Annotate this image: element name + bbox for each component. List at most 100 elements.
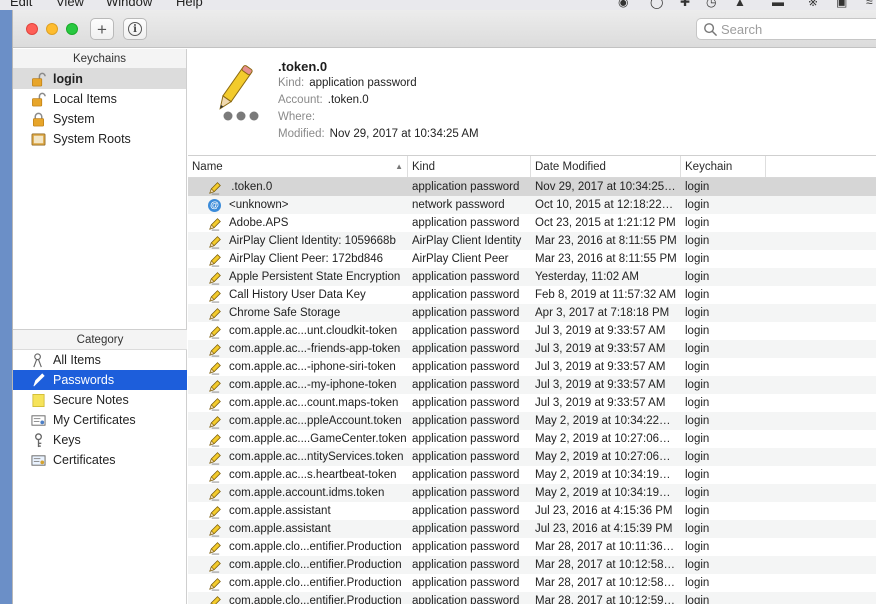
sidebar-item-login[interactable]: login xyxy=(13,69,186,89)
cell-date-modified: Mar 28, 2017 at 10:12:58… xyxy=(535,559,676,571)
table-row[interactable]: com.apple.account.idms.token application … xyxy=(188,484,876,502)
menu-view[interactable]: View xyxy=(56,0,84,9)
table-row[interactable]: Chrome Safe Storage application password A… xyxy=(188,304,876,322)
add-item-button[interactable]: + xyxy=(90,18,114,40)
column-header-keychain[interactable]: Keychain xyxy=(681,156,766,177)
close-button[interactable] xyxy=(26,23,38,35)
application-password-icon xyxy=(207,558,222,573)
table-row[interactable]: .token.0 application password Nov 29, 2017… xyxy=(188,178,876,196)
cell-date-modified: Mar 28, 2017 at 10:12:59… xyxy=(535,595,676,604)
sidebar-item-system-roots[interactable]: System Roots xyxy=(13,129,186,149)
cell-name: Adobe.APS xyxy=(188,214,408,232)
search-field[interactable]: Search xyxy=(696,18,876,40)
application-password-icon xyxy=(207,288,222,303)
table-row[interactable]: com.apple.ac...ntityServices.token applic… xyxy=(188,448,876,466)
cell-kind: application password xyxy=(412,361,520,373)
table-row[interactable]: AirPlay Client Peer: 172bd846 AirPlay Cli… xyxy=(188,250,876,268)
cell-kind: application password xyxy=(412,559,520,571)
cell-keychain: login xyxy=(685,451,710,463)
time-machine-icon[interactable]: ◷ xyxy=(706,0,716,9)
category-header: Category xyxy=(13,330,187,350)
cell-keychain: login xyxy=(685,415,710,427)
cell-date-modified: Mar 23, 2016 at 8:11:55 PM xyxy=(535,235,677,247)
cell-kind: application password xyxy=(412,541,520,553)
table-row[interactable]: com.apple.ac...-iphone-siri-token applica… xyxy=(188,358,876,376)
cell-keychain: login xyxy=(685,433,710,445)
menu-help[interactable]: Help xyxy=(176,0,203,9)
table-row[interactable]: com.apple.ac....GameCenter.token applicat… xyxy=(188,430,876,448)
category-section: Category All Items Passwords Secure Note… xyxy=(13,329,187,470)
status-icon[interactable]: ✚ xyxy=(680,0,690,9)
cell-name: com.apple.ac....GameCenter.token xyxy=(188,430,408,448)
airplay-icon[interactable]: ▲ xyxy=(734,0,746,9)
info-button[interactable]: i xyxy=(123,18,147,40)
cell-date-modified: Mar 28, 2017 at 10:12:58… xyxy=(535,577,676,589)
table-row[interactable]: Adobe.APS application password Oct 23, 201… xyxy=(188,214,876,232)
sidebar-item-system[interactable]: System xyxy=(13,109,186,129)
status-icon[interactable]: ◯ xyxy=(650,0,663,9)
table-row[interactable]: com.apple.clo...entifier.Production appli… xyxy=(188,574,876,592)
sidebar-item-local-items[interactable]: Local Items xyxy=(13,89,186,109)
sidebar-item-certificates[interactable]: Certificates xyxy=(13,450,187,470)
table-row[interactable]: com.apple.ac...unt.cloudkit-token applica… xyxy=(188,322,876,340)
column-header-kind[interactable]: Kind xyxy=(408,156,531,177)
cell-keychain: login xyxy=(685,577,710,589)
cell-date-modified: May 2, 2019 at 10:34:22… xyxy=(535,415,671,427)
table-row[interactable]: com.apple.assistant application password J… xyxy=(188,502,876,520)
table-row[interactable]: com.apple.ac...ppleAccount.token applicat… xyxy=(188,412,876,430)
bluetooth-icon[interactable]: ※ xyxy=(808,0,818,9)
all-items-icon xyxy=(30,352,46,368)
table-row[interactable]: com.apple.ac...s.heartbeat-token applicat… xyxy=(188,466,876,484)
sidebar-item-all-items[interactable]: All Items xyxy=(13,350,187,370)
table-row[interactable]: @ <unknown> network password Oct 10, 2015 a… xyxy=(188,196,876,214)
minimize-button[interactable] xyxy=(46,23,58,35)
sidebar-item-label: Passwords xyxy=(53,373,115,387)
cell-kind: application password xyxy=(412,343,520,355)
cell-keychain: login xyxy=(685,379,710,391)
application-password-icon xyxy=(207,576,222,591)
zoom-button[interactable] xyxy=(66,23,78,35)
column-header-date-modified[interactable]: Date Modified xyxy=(531,156,681,177)
table-row[interactable]: com.apple.ac...-friends-app-token applica… xyxy=(188,340,876,358)
toolbar: + i Search xyxy=(13,10,876,48)
application-password-icon xyxy=(207,450,222,465)
sidebar-item-passwords[interactable]: Passwords xyxy=(13,370,187,390)
cell-name: com.apple.assistant xyxy=(188,520,408,538)
menu-window[interactable]: Window xyxy=(106,0,152,9)
table-row[interactable]: com.apple.clo...entifier.Production appli… xyxy=(188,538,876,556)
battery-icon[interactable]: ▣ xyxy=(836,0,847,9)
cell-name: com.apple.ac...unt.cloudkit-token xyxy=(188,322,408,340)
table-row[interactable]: com.apple.ac...-my-iphone-token applicati… xyxy=(188,376,876,394)
table-row[interactable]: com.apple.ac...count.maps-token applicati… xyxy=(188,394,876,412)
keychain-access-window: + i Search Keychains login Local Items S… xyxy=(12,10,876,604)
application-password-icon xyxy=(207,180,222,195)
wifi-icon[interactable]: ≈ xyxy=(866,0,873,9)
cell-name: AirPlay Client Identity: 1059668b xyxy=(188,232,408,250)
table-row[interactable]: com.apple.clo...entifier.Production appli… xyxy=(188,556,876,574)
sidebar-item-keys[interactable]: Keys xyxy=(13,430,187,450)
plus-icon: + xyxy=(97,19,107,39)
table-row[interactable]: com.apple.clo...entifier.Production appli… xyxy=(188,592,876,604)
cell-kind: application password xyxy=(412,307,520,319)
cell-name: com.apple.clo...entifier.Production xyxy=(188,538,408,556)
status-icon[interactable]: ▬ xyxy=(772,0,784,9)
table-row[interactable]: Apple Persistent State Encryption applica… xyxy=(188,268,876,286)
sidebar-item-label: All Items xyxy=(53,353,101,367)
table-row[interactable]: AirPlay Client Identity: 1059668b AirPlay… xyxy=(188,232,876,250)
menu-edit[interactable]: Edit xyxy=(10,0,32,9)
sidebar-item-secure-notes[interactable]: Secure Notes xyxy=(13,390,187,410)
cell-date-modified: Jul 23, 2016 at 4:15:39 PM xyxy=(535,523,673,535)
cell-keychain: login xyxy=(685,523,710,535)
application-password-icon xyxy=(207,414,222,429)
column-header-name[interactable]: Name ▲ xyxy=(188,156,408,177)
table-row[interactable]: com.apple.assistant application password J… xyxy=(188,520,876,538)
cell-kind: application password xyxy=(412,325,520,337)
table-row[interactable]: Call History User Data Key application pa… xyxy=(188,286,876,304)
status-icon[interactable]: ◉ xyxy=(618,0,628,9)
cell-keychain: login xyxy=(685,541,710,553)
cell-name: com.apple.clo...entifier.Production xyxy=(188,592,408,604)
sidebar-item-my-certificates[interactable]: My Certificates xyxy=(13,410,187,430)
lock-icon xyxy=(30,111,46,127)
cell-kind: application password xyxy=(412,595,520,604)
menu-bar: Edit View Window Help ◉ ◯ ✚ ◷ ▲ ▬ ※ ▣ ≈ xyxy=(0,0,876,10)
